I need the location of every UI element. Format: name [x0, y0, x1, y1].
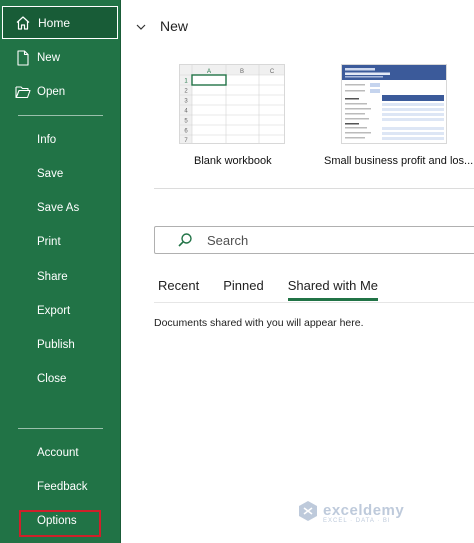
folder-open-icon — [15, 84, 31, 100]
sidebar-item-label: Publish — [37, 339, 75, 351]
exceldemy-watermark: exceldemy EXCEL · DATA · BI — [297, 500, 404, 527]
watermark-brand: exceldemy — [323, 502, 405, 519]
column-header: B — [240, 69, 244, 75]
options-highlight-box — [19, 510, 101, 537]
sidebar-item-label: Home — [38, 15, 71, 30]
template-preview — [342, 65, 446, 143]
new-section-toggle[interactable]: New — [135, 18, 188, 34]
sidebar-item-label: Print — [37, 236, 61, 248]
profit-loss-template-label: Small business profit and los... — [324, 155, 474, 167]
sidebar-item-save[interactable]: Save — [0, 162, 120, 186]
tab-recent[interactable]: Recent — [158, 278, 199, 301]
file-tabs: Recent Pinned Shared with Me — [158, 278, 402, 301]
sidebar-item-open[interactable]: Open — [0, 80, 120, 104]
sidebar-item-new[interactable]: New — [0, 46, 120, 70]
sidebar-item-label: New — [37, 52, 61, 64]
sidebar-item-account[interactable]: Account — [0, 441, 120, 465]
home-icon — [15, 15, 31, 31]
sidebar-item-label: Account — [37, 447, 79, 459]
tab-shared-with-me[interactable]: Shared with Me — [287, 278, 379, 301]
sidebar-item-label: Share — [37, 271, 68, 283]
sidebar-item-save-as[interactable]: Save As — [0, 196, 120, 220]
sidebar-item-label: Close — [37, 373, 67, 385]
sidebar-item-export[interactable]: Export — [0, 299, 120, 323]
sidebar-divider — [18, 428, 103, 429]
tab-pinned[interactable]: Pinned — [223, 278, 263, 301]
sidebar-item-label: Feedback — [37, 481, 88, 493]
search-box[interactable] — [154, 226, 474, 254]
blank-workbook-grid: A B C 1 2 3 4 5 6 7 — [180, 65, 284, 144]
sidebar-item-label: Open — [37, 86, 66, 98]
section-divider — [154, 188, 474, 189]
sidebar-item-label: Save — [37, 168, 64, 180]
sidebar-item-share[interactable]: Share — [0, 265, 120, 289]
blank-workbook-thumbnail[interactable]: A B C 1 2 3 4 5 6 7 — [179, 64, 285, 144]
backstage-sidebar: Home New Open Info Save Save As Print Sh… — [0, 0, 121, 543]
sidebar-item-label: Export — [37, 305, 71, 317]
column-header: C — [270, 69, 275, 75]
chevron-down-icon — [135, 20, 147, 32]
sidebar-item-publish[interactable]: Publish — [0, 333, 120, 357]
exceldemy-logo-icon — [297, 500, 319, 527]
new-section-heading: New — [160, 18, 189, 34]
sidebar-item-print[interactable]: Print — [0, 230, 120, 254]
profit-loss-template-thumbnail[interactable] — [341, 64, 447, 144]
sidebar-divider — [18, 115, 103, 116]
sidebar-item-feedback[interactable]: Feedback — [0, 475, 120, 499]
sidebar-item-home[interactable]: Home — [2, 6, 118, 39]
sidebar-item-info[interactable]: Info — [0, 128, 120, 152]
new-document-icon — [15, 50, 31, 66]
sidebar-item-label: Info — [37, 134, 57, 146]
tabs-underline — [154, 302, 474, 303]
sidebar-item-close[interactable]: Close — [0, 367, 120, 391]
sidebar-item-label: Save As — [37, 202, 80, 214]
column-header: A — [207, 69, 211, 75]
blank-workbook-label: Blank workbook — [194, 155, 272, 167]
empty-state-message: Documents shared with you will appear he… — [154, 317, 364, 329]
search-icon — [177, 232, 193, 248]
backstage-main: New A B C 1 2 3 4 5 6 7 Blank workbook S… — [121, 0, 474, 543]
search-input[interactable] — [207, 232, 407, 248]
